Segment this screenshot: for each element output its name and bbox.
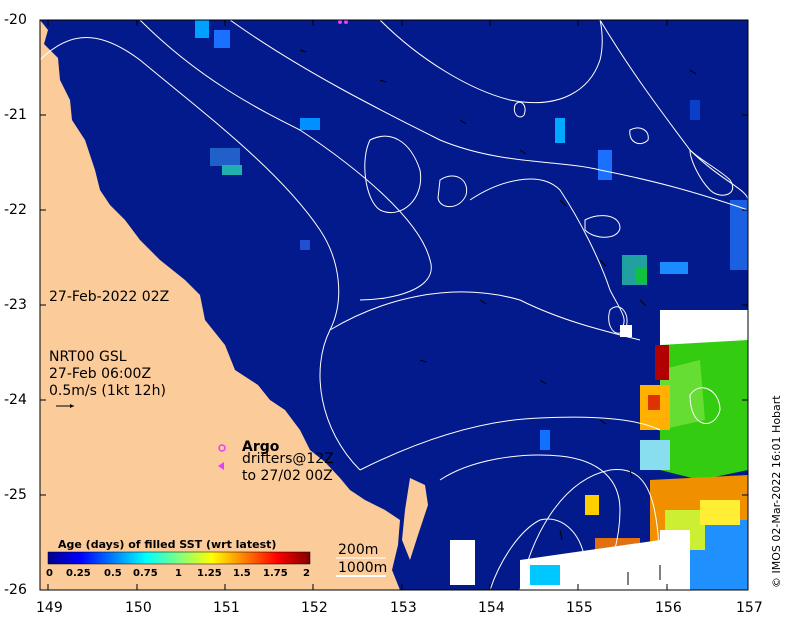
- colorbar-tick: 1: [175, 568, 182, 579]
- colorbar-tick: 0.25: [66, 568, 91, 579]
- credit-label: © IMOS 02-Mar-2022 16:01 Hobart: [770, 395, 783, 588]
- contour-1000m-label: 1000m: [338, 560, 388, 576]
- drifter-marker-north: [338, 20, 342, 24]
- y-tick-label: -24: [4, 392, 27, 408]
- x-tick-label: 154: [478, 600, 505, 616]
- colorbar-tick: 1.5: [233, 568, 251, 579]
- colorbar-tick: 0.5: [104, 568, 122, 579]
- y-tick-label: -26: [4, 582, 27, 598]
- colorbar-tick: 1.25: [197, 568, 222, 579]
- y-tick-label: -20: [4, 12, 27, 28]
- colorbar-title: Age (days) of filled SST (wrt latest): [58, 538, 277, 551]
- drifters-to-label: to 27/02 00Z: [242, 468, 333, 484]
- y-tick-label: -21: [4, 107, 27, 123]
- model-time-label: 27-Feb 06:00Z: [49, 366, 152, 382]
- date-label: 27-Feb-2022 02Z: [49, 289, 170, 305]
- sst-map: [39, 19, 749, 591]
- x-tick-label: 153: [390, 600, 417, 616]
- x-tick-label: 156: [655, 600, 682, 616]
- y-tick-label: -25: [4, 487, 27, 503]
- x-tick-label: 150: [125, 600, 152, 616]
- drifters-label: drifters@12Z: [242, 451, 334, 467]
- colorbar: [47, 551, 311, 565]
- colorbar-tick: 0: [46, 568, 53, 579]
- colorbar-tick: 0.75: [133, 568, 158, 579]
- x-tick-label: 157: [736, 600, 763, 616]
- x-tick-label: 155: [566, 600, 593, 616]
- model-label: NRT00 GSL: [49, 349, 127, 365]
- y-tick-label: -23: [4, 297, 27, 313]
- x-tick-label: 151: [213, 600, 240, 616]
- colorbar-tick: 1.75: [263, 568, 288, 579]
- colorbar-tick: 2: [303, 568, 310, 579]
- y-tick-label: -22: [4, 202, 27, 218]
- speed-scale-label: 0.5m/s (1kt 12h): [49, 383, 166, 399]
- contour-200m-label: 200m: [338, 542, 379, 558]
- x-tick-label: 149: [36, 600, 63, 616]
- x-tick-label: 152: [301, 600, 328, 616]
